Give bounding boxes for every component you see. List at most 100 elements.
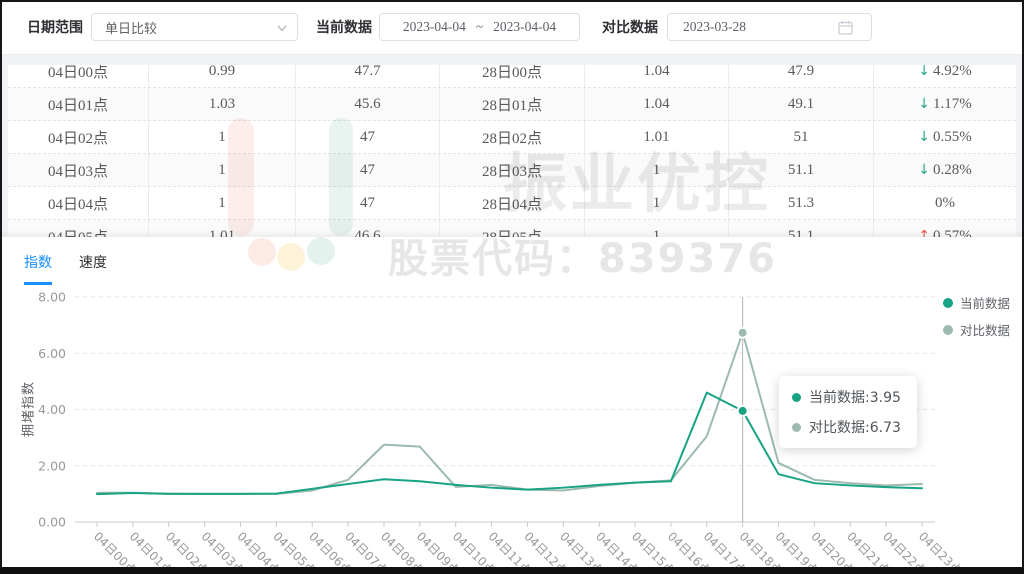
index-cell: 1.03 (149, 88, 296, 120)
compare-hour-cell: 28日05点 (440, 220, 585, 237)
legend-dot-compare-icon (943, 325, 953, 335)
change-value: 0.28% (933, 162, 972, 179)
change-value: 0.57% (933, 228, 972, 238)
legend-label-current: 当前数据 (960, 293, 1010, 312)
y-tick-label: 8.00 (38, 290, 66, 305)
speed-cell: 47 (296, 154, 440, 186)
hour-cell: 04日01点 (8, 88, 149, 120)
tooltip-row-current: 当前数据:3.95 (792, 387, 901, 407)
tooltip-dot-compare-icon (792, 423, 801, 432)
window-edge-bottom (0, 567, 1024, 574)
tab-speed[interactable]: 速度 (79, 252, 107, 285)
y-tick-label: 0.00 (38, 515, 66, 530)
hour-cell: 04日05点 (8, 220, 149, 237)
legend-dot-current-icon (943, 298, 953, 308)
compare-date-input[interactable]: 2023-03-28 (667, 13, 872, 41)
compare-index-cell: 1.01 (585, 121, 729, 153)
table-row: 04日00点0.9947.728日00点1.0447.9↓4.92% (8, 65, 1016, 88)
legend-item-current[interactable]: 当前数据 (943, 293, 1010, 312)
legend-label-compare: 对比数据 (960, 320, 1010, 339)
tooltip-row-compare: 对比数据:6.73 (792, 417, 901, 437)
speed-cell: 47 (296, 187, 440, 219)
speed-cell: 47 (296, 121, 440, 153)
change-value: 1.17% (933, 96, 972, 113)
compare-index-cell: 1.04 (585, 65, 729, 87)
trend-down-icon: ↓ (918, 162, 930, 178)
change-cell: ↓1.17% (874, 88, 1016, 120)
window-edge-top (0, 0, 1024, 2)
current-data-label: 当前数据 (316, 17, 372, 37)
speed-cell: 47.7 (296, 65, 440, 87)
hour-cell: 04日03点 (8, 154, 149, 186)
hour-cell: 04日02点 (8, 121, 149, 153)
compare-date-value: 2023-03-28 (683, 19, 746, 35)
speed-cell: 46.6 (296, 220, 440, 237)
y-tick-label: 4.00 (38, 402, 66, 417)
y-axis-title: 拥堵指数 (18, 381, 37, 437)
compare-index-cell: 1 (585, 220, 729, 237)
table-row: 04日04点14728日04点151.30% (8, 187, 1016, 220)
highlight-dot (738, 328, 748, 338)
date-range-select-value: 单日比较 (105, 18, 157, 37)
window-edge-left (0, 0, 2, 574)
tab-index[interactable]: 指数 (24, 252, 52, 285)
index-cell: 0.99 (149, 65, 296, 87)
chart-tooltip: 当前数据:3.95 对比数据:6.73 (779, 376, 917, 448)
range-start-date: 2023-04-04 (403, 19, 466, 35)
change-cell: ↓4.92% (874, 65, 1016, 87)
app-window: 日期范围 单日比较 当前数据 2023-04-04 ~ 2023-04-04 对… (0, 0, 1024, 574)
chart-panel: 指数 速度 8.006.004.002.000.0004日00点04日01点04… (0, 237, 1024, 567)
compare-hour-cell: 28日00点 (440, 65, 585, 87)
y-tick-label: 6.00 (38, 346, 66, 361)
index-cell: 1 (149, 154, 296, 186)
compare-speed-cell: 51.1 (729, 220, 874, 237)
change-value: 4.92% (933, 65, 972, 80)
compare-hour-cell: 28日03点 (440, 154, 585, 186)
hourly-comparison-table: 04日00点0.9947.728日00点1.0447.9↓4.92%04日01点… (8, 65, 1016, 237)
compare-speed-cell: 51 (729, 121, 874, 153)
compare-index-cell: 1.04 (585, 88, 729, 120)
trend-down-icon: ↓ (918, 96, 930, 112)
table-row: 04日05点1.0146.628日05点151.1 ↑0.57% (8, 220, 1016, 237)
table-row: 04日03点14728日03点151.1↓0.28% (8, 154, 1016, 187)
chevron-down-icon (277, 23, 287, 33)
tooltip-text-current: 当前数据:3.95 (809, 387, 901, 407)
change-cell: ↓0.55% (874, 121, 1016, 153)
table-row: 04日01点1.0345.628日01点1.0449.1↓1.17% (8, 88, 1016, 121)
trend-up-icon: ↑ (918, 228, 930, 237)
hour-cell: 04日04点 (8, 187, 149, 219)
filter-bar: 日期范围 单日比较 当前数据 2023-04-04 ~ 2023-04-04 对… (0, 0, 1024, 55)
compare-hour-cell: 28日01点 (440, 88, 585, 120)
trend-down-icon: ↓ (918, 129, 930, 145)
compare-speed-cell: 49.1 (729, 88, 874, 120)
speed-cell: 45.6 (296, 88, 440, 120)
table-body: 04日00点0.9947.728日00点1.0447.9↓4.92%04日01点… (8, 65, 1016, 237)
range-end-date: 2023-04-04 (493, 19, 556, 35)
chart-tabs: 指数 速度 (0, 237, 107, 285)
change-cell: ↓0.28% (874, 154, 1016, 186)
range-separator: ~ (476, 19, 483, 35)
legend-item-compare[interactable]: 对比数据 (943, 320, 1010, 339)
compare-hour-cell: 28日04点 (440, 187, 585, 219)
compare-speed-cell: 47.9 (729, 65, 874, 87)
compare-index-cell: 1 (585, 154, 729, 186)
date-range-select[interactable]: 单日比较 (91, 13, 298, 41)
calendar-icon[interactable] (838, 20, 853, 35)
change-value: 0% (935, 195, 955, 212)
compare-hour-cell: 28日02点 (440, 121, 585, 153)
table-row: 04日02点14728日02点1.0151↓0.55% (8, 121, 1016, 154)
chart-legend: 当前数据 对比数据 (943, 293, 1010, 339)
compare-data-label: 对比数据 (602, 17, 658, 37)
trend-down-icon: ↓ (918, 65, 930, 79)
index-cell: 1 (149, 187, 296, 219)
current-date-range-input[interactable]: 2023-04-04 ~ 2023-04-04 (379, 13, 580, 41)
change-value: 0.55% (933, 129, 972, 146)
date-range-label: 日期范围 (27, 17, 83, 37)
index-cell: 1.01 (149, 220, 296, 237)
highlight-dot (738, 406, 748, 416)
hour-cell: 04日00点 (8, 65, 149, 87)
index-cell: 1 (149, 121, 296, 153)
tooltip-text-compare: 对比数据:6.73 (809, 417, 901, 437)
compare-index-cell: 1 (585, 187, 729, 219)
tooltip-dot-current-icon (792, 393, 801, 402)
